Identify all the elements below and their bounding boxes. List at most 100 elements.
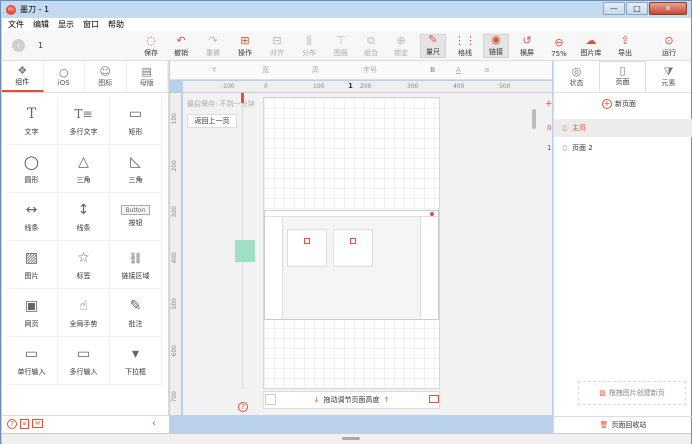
page-number: 1 xyxy=(38,41,44,50)
link-button[interactable]: ◉ 链接 xyxy=(483,34,509,58)
maximize-button[interactable]: □ xyxy=(626,2,648,15)
tab-pages[interactable]: ▯ 页面 xyxy=(599,61,646,92)
trash-icon: 🗑 xyxy=(599,421,609,429)
app-logo-icon: m xyxy=(6,4,16,15)
lock-button[interactable]: ⊕ 锁定 xyxy=(388,34,414,58)
drop-image-zone[interactable]: ▨ 拖拽图片创建新页 xyxy=(578,381,686,405)
image-library-button[interactable]: ☁ 图片库 xyxy=(578,34,604,58)
tab-states[interactable]: ◎ 状态 xyxy=(554,61,599,92)
right-triangle-icon: ◺ xyxy=(130,154,141,170)
tab-icons[interactable]: ☺ 图标 xyxy=(85,61,127,92)
operate-button[interactable]: ⊞ 操作 xyxy=(232,34,258,58)
apple-icon: ○ xyxy=(58,65,69,79)
add-page-button[interactable]: + 新页面 xyxy=(602,99,636,109)
save-button[interactable]: ◌ 保存 xyxy=(138,34,164,58)
component-global-gesture[interactable]: ☝ 全局手势 xyxy=(58,289,110,337)
bold-button[interactable]: B xyxy=(430,66,435,74)
component-label[interactable]: ☆ 标签 xyxy=(58,241,110,289)
component-right-triangle[interactable]: ◺ 三角 xyxy=(110,145,162,193)
single-input-icon: ▭ xyxy=(24,346,39,362)
undo-button[interactable]: ↶ 撤销 xyxy=(168,34,194,58)
page-image-icon[interactable] xyxy=(429,395,439,403)
component-multi-input[interactable]: ▭ 多行输入 xyxy=(58,337,110,385)
component-circle[interactable]: ○ 圆形 xyxy=(6,145,58,193)
text-align-button[interactable]: ≡ xyxy=(484,66,490,74)
component-triangle[interactable]: △ 三角 xyxy=(58,145,110,193)
export-button[interactable]: ⇪ 导出 xyxy=(612,34,638,58)
component-webpage[interactable]: ▣ 网页 xyxy=(6,289,58,337)
webpage-icon: ▣ xyxy=(24,298,39,314)
component-text[interactable]: T 文字 xyxy=(6,97,58,145)
menu-help[interactable]: 帮助 xyxy=(108,19,124,30)
distribute-button[interactable]: ⫼ 分布 xyxy=(296,34,322,58)
component-multiline-text[interactable]: T≡ 多行文字 xyxy=(58,97,110,145)
redo-button[interactable]: ↷ 重做 xyxy=(200,34,226,58)
ruler-tick: 200 xyxy=(360,83,372,90)
run-button[interactable]: ⊙ 运行 xyxy=(656,34,682,58)
y-field-label[interactable]: Y xyxy=(212,66,216,74)
component-single-input[interactable]: ▭ 单行输入 xyxy=(6,337,58,385)
document-icon[interactable]: ≡ xyxy=(20,419,29,429)
width-field-label[interactable]: 宽 xyxy=(262,65,269,75)
resize-grip[interactable] xyxy=(342,437,360,440)
add-page-plus-icon[interactable]: + xyxy=(545,99,553,109)
right-panel: ◎ 状态 ▯ 页面 ⧩ 元素 + + 新页面 0 ▯ 主页 1 ▯ 页面 2 ▨ 拖拽… xyxy=(545,61,692,433)
recycle-bin-button[interactable]: 🗑 页面回收站 xyxy=(554,416,692,433)
menu-file[interactable]: 文件 xyxy=(8,19,24,30)
align-button[interactable]: ⊟ 对齐 xyxy=(264,34,290,58)
undo-icon: ↶ xyxy=(176,34,186,47)
tab-ios[interactable]: ○ iOS xyxy=(44,61,85,92)
message-icon[interactable]: ✉ xyxy=(32,419,43,428)
component-dropdown[interactable]: ▾ 下拉框 xyxy=(110,337,162,385)
canvas-area[interactable]: 最后保存: 不到一分钟 返回上一页 ? ↓ 拖动调节页面高度 ↑ xyxy=(183,93,552,415)
page-checkbox[interactable] xyxy=(265,394,276,405)
ruler-button[interactable]: ✎ 量尺 xyxy=(420,34,446,58)
back-button[interactable]: ‹ xyxy=(12,39,25,52)
layer-icon: ⊤ xyxy=(336,34,346,47)
vertical-scrollbar[interactable] xyxy=(532,109,536,129)
height-field-label[interactable]: 高 xyxy=(312,65,319,75)
close-button[interactable]: ✕ xyxy=(649,2,687,15)
tab-components[interactable]: ❖ 组件 xyxy=(2,61,44,92)
component-image[interactable]: ▨ 图片 xyxy=(6,241,58,289)
artboard-page[interactable] xyxy=(263,97,440,389)
grid-button[interactable]: ⋮⋮ 格线 xyxy=(452,34,478,58)
circle-icon: ○ xyxy=(23,151,40,173)
tab-masters[interactable]: ▤ 母版 xyxy=(127,61,168,92)
title-bar: m 墨刀 - 1 — □ ✕ xyxy=(1,1,691,18)
page-height-resizer[interactable]: ↓ 拖动调节页面高度 ↑ xyxy=(263,391,440,409)
help-icon[interactable]: ? xyxy=(7,419,17,429)
tab-elements[interactable]: ⧩ 元素 xyxy=(646,61,691,92)
rectangle-icon: ▭ xyxy=(128,106,143,122)
page-item-selected[interactable]: 0 ▯ 主页 xyxy=(547,119,692,137)
text-color-button[interactable]: A xyxy=(456,66,461,74)
thumbnail-card xyxy=(333,229,373,267)
group-button[interactable]: ⧉ 组合 xyxy=(358,34,384,58)
component-button[interactable]: Button 按钮 xyxy=(110,193,162,241)
menu-window[interactable]: 窗口 xyxy=(83,19,99,30)
page-doc-icon: ▯ xyxy=(563,124,567,132)
layer-button[interactable]: ⊤ 图层 xyxy=(328,34,354,58)
page-item[interactable]: 1 ▯ 页面 2 xyxy=(547,139,692,157)
component-hline[interactable]: ↔ 线条 xyxy=(6,193,58,241)
zoom-control[interactable]: ⊖ 75% xyxy=(546,34,572,59)
rotate-icon: ↺ xyxy=(522,34,532,47)
ruler-tick: 300 xyxy=(407,83,419,90)
ruler-icon: ✎ xyxy=(428,33,438,46)
component-vline[interactable]: ↕ 线条 xyxy=(58,193,110,241)
ruler-guide-marker[interactable] xyxy=(241,93,244,103)
minimize-button[interactable]: — xyxy=(603,2,625,15)
component-annotation[interactable]: ✎ 批注 xyxy=(110,289,162,337)
back-previous-page-button[interactable]: 返回上一页 xyxy=(187,114,237,128)
component-grid: T 文字 T≡ 多行文字 ▭ 矩形 ○ 圆形 △ 三角 ◺ 三角 ↔ 线条 ↕ 线条 Butto… xyxy=(2,93,168,385)
menu-edit[interactable]: 编辑 xyxy=(33,19,49,30)
landscape-button[interactable]: ↺ 横屏 xyxy=(514,34,540,58)
font-size-field-label[interactable]: 字号 xyxy=(363,65,377,75)
collapse-panel-icon[interactable]: ‹ xyxy=(152,418,156,429)
triangle-icon: △ xyxy=(78,154,89,170)
canvas-help-icon[interactable]: ? xyxy=(238,402,248,412)
component-rectangle[interactable]: ▭ 矩形 xyxy=(110,97,162,145)
menu-view[interactable]: 显示 xyxy=(58,19,74,30)
screenshot-image[interactable] xyxy=(264,210,439,320)
component-link-area[interactable]: ⛓ 链接区域 xyxy=(110,241,162,289)
